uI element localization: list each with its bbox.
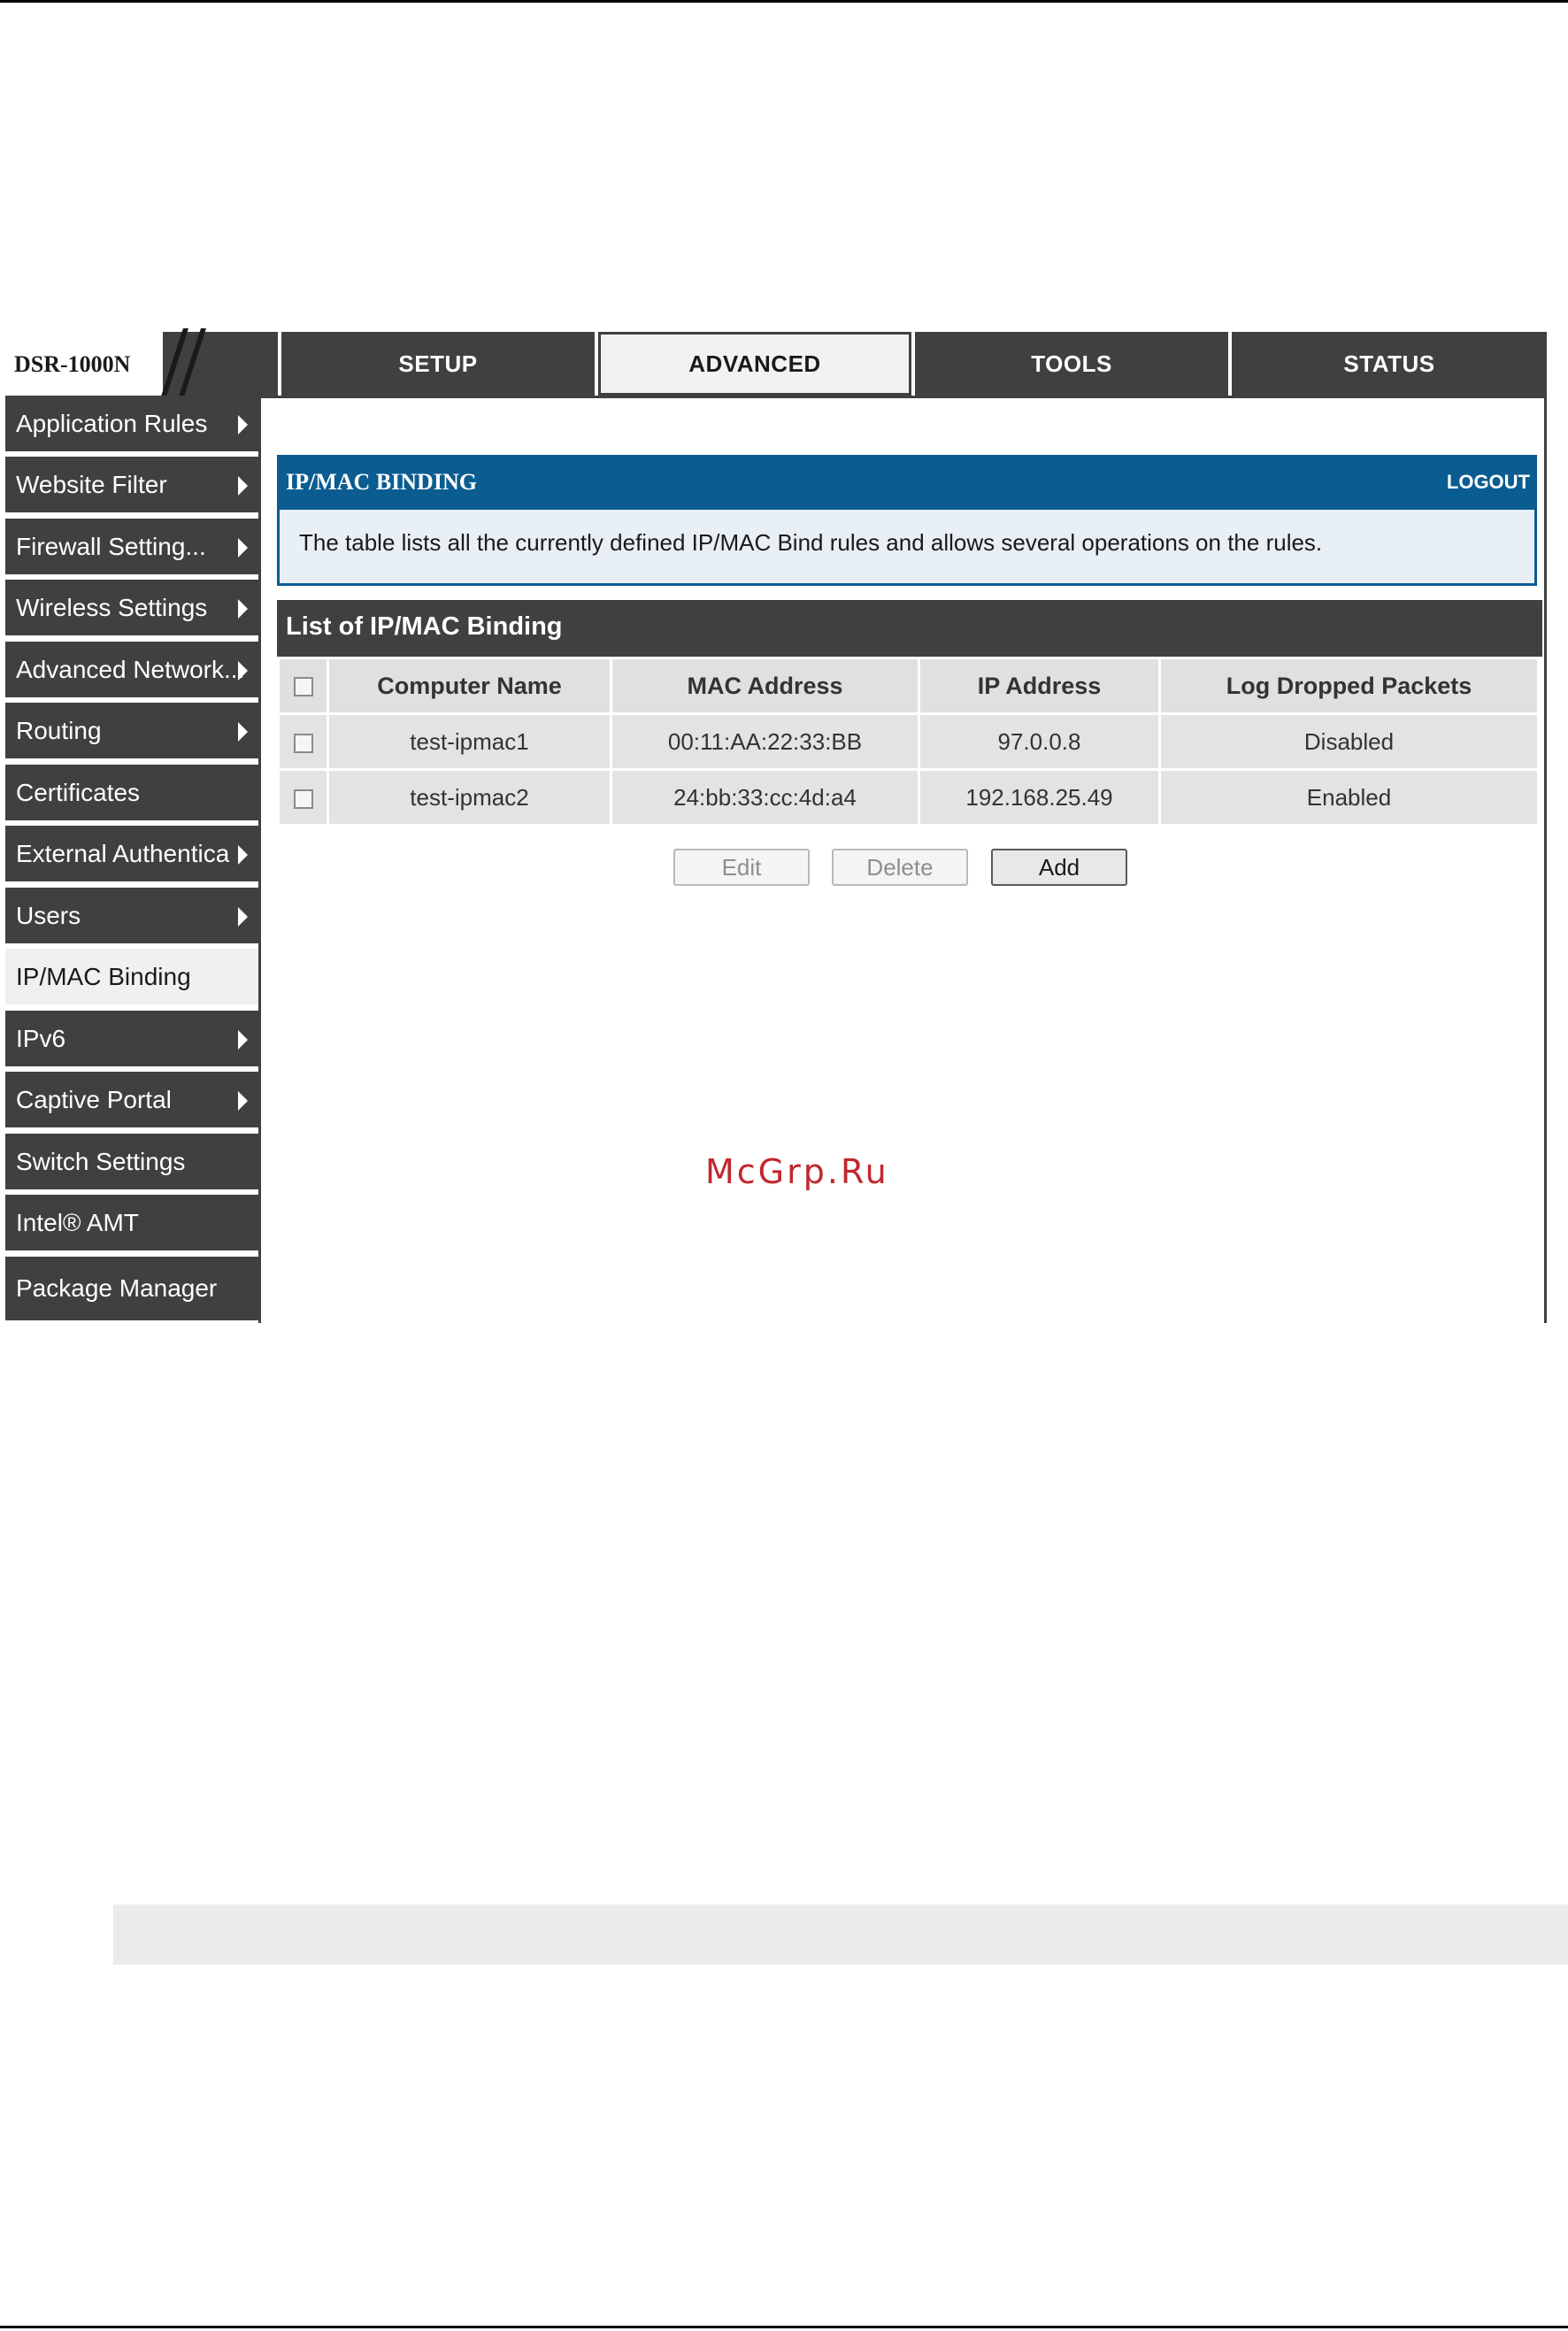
binding-table: Computer Name MAC Address IP Address Log… xyxy=(277,657,1540,827)
page-bottom-rule xyxy=(0,2326,1568,2328)
panel-header: IP/MAC BINDING LOGOUT xyxy=(277,455,1537,510)
sidebar-item-label: Application Rules xyxy=(16,409,208,437)
model-name: DSR-1000N xyxy=(14,351,131,377)
tab-tools[interactable]: TOOLS xyxy=(915,332,1228,396)
page-description: The table lists all the currently define… xyxy=(277,510,1537,586)
select-all-checkbox[interactable] xyxy=(293,677,313,697)
table-row[interactable]: test-ipmac2 24:bb:33:cc:4d:a4 192.168.25… xyxy=(277,768,1540,827)
tab-advanced[interactable]: ADVANCED xyxy=(598,332,911,396)
table-row[interactable]: test-ipmac1 00:11:AA:22:33:BB 97.0.0.8 D… xyxy=(277,712,1540,771)
add-button[interactable]: Add xyxy=(991,849,1127,886)
sidebar-item-label: Package Manager xyxy=(16,1274,218,1302)
row-select-cell xyxy=(277,712,329,771)
top-navigation: DSR-1000N SETUP ADVANCED TOOLS STATUS xyxy=(5,328,1547,399)
sidebar-item-package-manager[interactable]: Package Manager xyxy=(5,1257,258,1323)
edit-button[interactable]: Edit xyxy=(673,849,810,886)
submenu-arrow-icon xyxy=(238,661,248,681)
brand-area: DSR-1000N xyxy=(5,328,278,399)
page-title: IP/MAC BINDING xyxy=(286,469,477,495)
sidebar-item-certificates[interactable]: Certificates xyxy=(5,765,258,823)
sidebar-item-label: Captive Portal xyxy=(16,1085,172,1113)
grey-band xyxy=(113,1904,1568,1965)
sidebar-item-captive-portal[interactable]: Captive Portal xyxy=(5,1072,258,1130)
select-all-cell xyxy=(277,657,329,715)
sidebar-item-website-filter[interactable]: Website Filter xyxy=(5,457,258,515)
column-header: IP Address xyxy=(918,657,1161,715)
row-checkbox[interactable] xyxy=(293,733,313,753)
logout-link[interactable]: LOGOUT xyxy=(1447,471,1530,494)
sidebar-item-users[interactable]: Users xyxy=(5,888,258,946)
submenu-arrow-icon xyxy=(238,1030,248,1050)
sidebar-item-advanced-network[interactable]: Advanced Network... xyxy=(5,642,258,700)
tab-setup[interactable]: SETUP xyxy=(281,332,595,396)
sidebar-item-label: Advanced Network... xyxy=(16,655,245,683)
submenu-arrow-icon xyxy=(238,538,248,558)
submenu-arrow-icon xyxy=(238,476,248,496)
computer-name-cell: test-ipmac2 xyxy=(327,768,612,827)
sidebar-item-label: Switch Settings xyxy=(16,1147,186,1175)
watermark-text: McGrp.Ru xyxy=(705,1152,889,1191)
sidebar-item-ip-mac-binding[interactable]: IP/MAC Binding xyxy=(5,949,258,1007)
sidebar-item-external-authentication[interactable]: External Authentica xyxy=(5,826,258,884)
sidebar-item-switch-settings[interactable]: Switch Settings xyxy=(5,1134,258,1192)
sidebar-item-label: Intel® AMT xyxy=(16,1208,139,1236)
row-select-cell xyxy=(277,768,329,827)
column-header: MAC Address xyxy=(610,657,920,715)
submenu-arrow-icon xyxy=(238,722,248,742)
submenu-arrow-icon xyxy=(238,599,248,619)
sidebar-item-label: External Authentica xyxy=(16,839,230,867)
submenu-arrow-icon xyxy=(238,1091,248,1111)
sidebar-item-ipv6[interactable]: IPv6 xyxy=(5,1011,258,1069)
log-dropped-cell: Enabled xyxy=(1158,768,1540,827)
tab-status[interactable]: STATUS xyxy=(1232,332,1547,396)
brand-logo-block: DSR-1000N xyxy=(5,332,163,396)
row-checkbox[interactable] xyxy=(293,789,313,809)
log-dropped-cell: Disabled xyxy=(1158,712,1540,771)
submenu-arrow-icon xyxy=(238,907,248,927)
list-title: List of IP/MAC Binding xyxy=(277,600,1542,657)
ip-address-cell: 97.0.0.8 xyxy=(918,712,1161,771)
sidebar-item-label: Website Filter xyxy=(16,470,167,498)
sidebar-item-label: IPv6 xyxy=(16,1024,66,1052)
sidebar-item-label: Firewall Setting... xyxy=(16,532,206,560)
mac-address-cell: 24:bb:33:cc:4d:a4 xyxy=(610,768,920,827)
submenu-arrow-icon xyxy=(238,845,248,865)
table-header-row: Computer Name MAC Address IP Address Log… xyxy=(277,657,1540,715)
sidebar-item-wireless-settings[interactable]: Wireless Settings xyxy=(5,580,258,638)
computer-name-cell: test-ipmac1 xyxy=(327,712,612,771)
sidebar-menu: Application Rules Website Filter Firewal… xyxy=(5,396,258,1323)
page-top-rule xyxy=(0,0,1568,3)
mac-address-cell: 00:11:AA:22:33:BB xyxy=(610,712,920,771)
column-header: Computer Name xyxy=(327,657,612,715)
delete-button[interactable]: Delete xyxy=(832,849,968,886)
sidebar-item-application-rules[interactable]: Application Rules xyxy=(5,396,258,454)
submenu-arrow-icon xyxy=(238,415,248,435)
sidebar-item-firewall-settings[interactable]: Firewall Setting... xyxy=(5,519,258,577)
sidebar-item-label: Routing xyxy=(16,716,102,744)
sidebar-item-routing[interactable]: Routing xyxy=(5,703,258,761)
sidebar-item-label: IP/MAC Binding xyxy=(16,962,191,990)
column-header: Log Dropped Packets xyxy=(1158,657,1540,715)
sidebar-item-intel-amt[interactable]: Intel® AMT xyxy=(5,1195,258,1253)
ip-address-cell: 192.168.25.49 xyxy=(918,768,1161,827)
sidebar-item-label: Certificates xyxy=(16,778,141,806)
sidebar-item-label: Wireless Settings xyxy=(16,593,208,621)
sidebar-item-label: Users xyxy=(16,901,81,929)
